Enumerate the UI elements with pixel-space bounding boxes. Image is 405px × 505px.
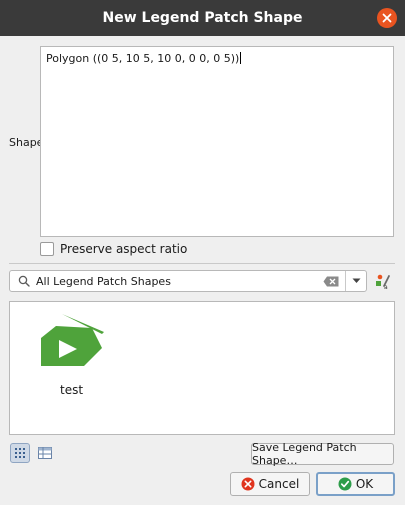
shape-wkt-text: Polygon ((0 5, 10 5, 10 0, 0 0, 0 5)) (46, 52, 240, 65)
search-dropdown-button[interactable] (345, 271, 366, 291)
green-polygon-patch-icon (41, 314, 104, 366)
ok-label: OK (355, 477, 374, 491)
icon-view-button[interactable] (10, 443, 30, 463)
preserve-aspect-row[interactable]: Preserve aspect ratio (40, 242, 187, 256)
preserve-aspect-checkbox[interactable] (40, 242, 54, 256)
ok-icon (338, 477, 352, 491)
save-patch-shape-button[interactable]: Save Legend Patch Shape… (251, 441, 394, 467)
library-item-label: test (60, 383, 84, 397)
shape-wkt-textarea[interactable]: Polygon ((0 5, 10 5, 10 0, 0 0, 0 5)) (40, 46, 394, 237)
search-text: All Legend Patch Shapes (36, 274, 171, 288)
save-patch-shape-label: Save Legend Patch Shape… (252, 441, 357, 467)
list-view-button[interactable] (35, 443, 55, 463)
grid-view-icon (15, 448, 25, 458)
chevron-down-icon (352, 278, 360, 283)
preserve-aspect-label: Preserve aspect ratio (60, 242, 188, 256)
dialog-titlebar: New Legend Patch Shape (0, 0, 405, 36)
shape-label: Shape (9, 136, 44, 149)
style-manager-icon: a (376, 274, 390, 291)
dialog-title: New Legend Patch Shape (102, 10, 303, 26)
clear-search-icon[interactable] (323, 276, 339, 287)
cancel-icon (241, 477, 255, 491)
close-icon (382, 13, 392, 23)
close-button[interactable] (377, 8, 397, 28)
ok-button[interactable]: OK (316, 472, 395, 496)
library-search-combo[interactable]: All Legend Patch Shapes (9, 270, 367, 292)
cancel-button[interactable]: Cancel (230, 472, 310, 496)
library-item-test[interactable] (38, 312, 108, 377)
table-view-icon (38, 447, 52, 459)
text-caret (240, 52, 242, 64)
section-divider (9, 263, 395, 264)
search-icon (18, 275, 30, 287)
svg-text:a: a (384, 284, 388, 290)
style-manager-button[interactable]: a (374, 272, 392, 293)
library-list-panel[interactable]: test (9, 301, 395, 435)
cancel-label: Cancel (258, 477, 300, 491)
